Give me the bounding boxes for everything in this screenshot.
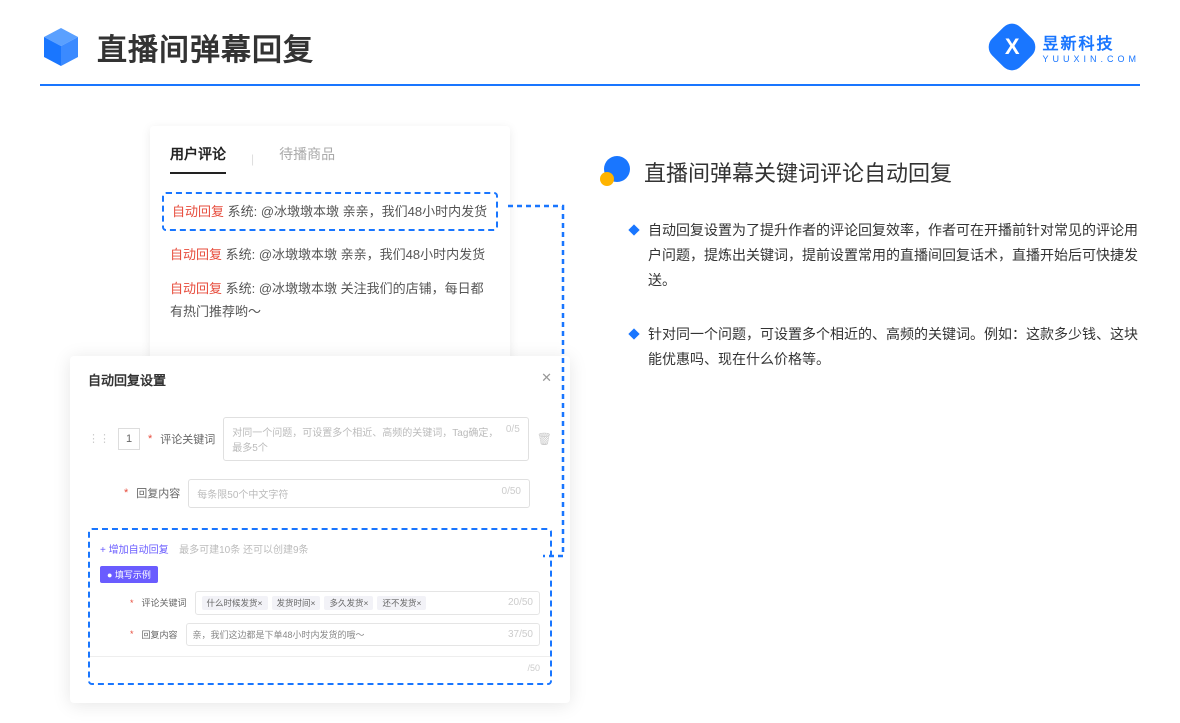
- bottom-counter: /50: [527, 663, 540, 673]
- keyword-tag[interactable]: 发货时间×: [272, 596, 321, 610]
- content-counter: 0/50: [502, 486, 521, 501]
- ex-keyword-counter: 20/50: [508, 597, 533, 608]
- tab-user-comments[interactable]: 用户评论: [170, 144, 226, 174]
- content-row: * 回复内容 每条限50个中文字符 0/50: [124, 479, 552, 508]
- keyword-tag[interactable]: 什么时候发货×: [202, 596, 268, 610]
- page-header: 直播间弹幕回复 X 昱新科技 YUUXIN.COM: [0, 0, 1180, 69]
- main-content: 用户评论 | 待播商品 自动回复 系统: @冰墩墩本墩 亲亲，我们48小时内发货…: [0, 86, 1180, 723]
- left-column: 用户评论 | 待播商品 自动回复 系统: @冰墩墩本墩 亲亲，我们48小时内发货…: [70, 126, 570, 703]
- logo-en: YUUXIN.COM: [1042, 54, 1140, 64]
- close-icon[interactable]: ✕: [541, 370, 552, 389]
- ex-keyword-input[interactable]: 什么时候发货× 发货时间× 多久发货× 还不发货× 20/50: [195, 591, 540, 615]
- right-column: 直播间弹幕关键词评论自动回复 自动回复设置为了提升作者的评论回复效率，作者可在开…: [610, 126, 1140, 703]
- auto-reply-tag: 自动回复: [170, 247, 222, 262]
- delete-icon[interactable]: 🗑: [537, 432, 552, 446]
- diamond-icon: [628, 224, 639, 235]
- bullet-text: 自动回复设置为了提升作者的评论回复效率，作者可在开播前针对常见的评论用户问题，提…: [648, 218, 1140, 294]
- logo-cn: 昱新科技: [1042, 30, 1140, 54]
- ex-content-label: 回复内容: [142, 628, 178, 641]
- keyword-label: 评论关键词: [160, 431, 215, 447]
- bullet-item: 自动回复设置为了提升作者的评论回复效率，作者可在开播前针对常见的评论用户问题，提…: [610, 218, 1140, 294]
- tabs: 用户评论 | 待播商品: [170, 144, 490, 174]
- add-hint: 最多可建10条 还可以创建9条: [179, 545, 308, 556]
- logo-text: 昱新科技 YUUXIN.COM: [1042, 30, 1140, 64]
- page-title: 直播间弹幕回复: [97, 25, 314, 69]
- comment-item: 自动回复 系统: @冰墩墩本墩 亲亲，我们48小时内发货: [172, 200, 488, 223]
- highlighted-comment: 自动回复 系统: @冰墩墩本墩 亲亲，我们48小时内发货: [162, 192, 498, 231]
- comment-text: 系统: @冰墩墩本墩 亲亲，我们48小时内发货: [226, 247, 486, 262]
- brand-logo: X 昱新科技 YUUXIN.COM: [992, 27, 1140, 67]
- content-placeholder: 每条限50个中文字符: [197, 486, 288, 501]
- auto-reply-tag: 自动回复: [170, 281, 222, 296]
- content-input[interactable]: 每条限50个中文字符 0/50: [188, 479, 530, 508]
- content-label: 回复内容: [136, 485, 180, 501]
- ex-content-text: 亲，我们这边都是下单48小时内发货的哦～: [193, 628, 365, 641]
- example-section: + 增加自动回复 最多可建10条 还可以创建9条 ● 填写示例 * 评论关键词 …: [88, 528, 552, 685]
- ex-keyword-label: 评论关键词: [142, 596, 187, 609]
- bottom-counter-row: /50: [90, 656, 550, 673]
- keyword-tag[interactable]: 多久发货×: [324, 596, 373, 610]
- bullet-item: 针对同一个问题，可设置多个相近的、高频的关键词。例如：这款多少钱、这块能优惠吗、…: [610, 322, 1140, 372]
- comment-item: 自动回复 系统: @冰墩墩本墩 亲亲，我们48小时内发货: [170, 243, 490, 266]
- keyword-placeholder: 对同一个问题，可设置多个相近、高频的关键词，Tag确定，最多5个: [232, 424, 506, 454]
- add-auto-reply-row: + 增加自动回复 最多可建10条 还可以创建9条: [100, 540, 540, 558]
- ex-content-input[interactable]: 亲，我们这边都是下单48小时内发货的哦～ 37/50: [186, 623, 540, 646]
- keyword-row: ⋮⋮ 1 * 评论关键词 对同一个问题，可设置多个相近、高频的关键词，Tag确定…: [88, 417, 552, 461]
- settings-header: 自动回复设置 ✕: [88, 370, 552, 399]
- tag-group: 什么时候发货× 发货时间× 多久发货× 还不发货×: [202, 596, 427, 610]
- diamond-icon: [628, 328, 639, 339]
- required-dot: *: [130, 629, 134, 639]
- required-dot: *: [148, 433, 152, 445]
- example-badge: ● 填写示例: [100, 566, 158, 583]
- logo-mark-icon: X: [984, 19, 1041, 76]
- bubble-icon: [600, 156, 632, 188]
- required-dot: *: [130, 598, 134, 608]
- required-dot: *: [124, 487, 128, 499]
- section-heading: 直播间弹幕关键词评论自动回复: [600, 156, 1140, 188]
- tab-pending-products[interactable]: 待播商品: [279, 144, 335, 174]
- row-number: 1: [118, 428, 140, 450]
- settings-title: 自动回复设置: [88, 370, 166, 389]
- ex-content-counter: 37/50: [508, 629, 533, 640]
- example-content-row: * 回复内容 亲，我们这边都是下单48小时内发货的哦～ 37/50: [130, 623, 540, 646]
- auto-reply-settings-panel: 自动回复设置 ✕ ⋮⋮ 1 * 评论关键词 对同一个问题，可设置多个相近、高频的…: [70, 356, 570, 703]
- cube-icon: [40, 26, 82, 68]
- bullet-text: 针对同一个问题，可设置多个相近的、高频的关键词。例如：这款多少钱、这块能优惠吗、…: [648, 322, 1140, 372]
- keyword-counter: 0/5: [506, 424, 520, 454]
- auto-reply-tag: 自动回复: [172, 204, 224, 219]
- comment-text: 系统: @冰墩墩本墩 亲亲，我们48小时内发货: [228, 204, 488, 219]
- comment-item: 自动回复 系统: @冰墩墩本墩 关注我们的店铺，每日都有热门推荐哟～: [170, 277, 490, 324]
- section-title: 直播间弹幕关键词评论自动回复: [644, 156, 952, 188]
- add-auto-reply-link[interactable]: + 增加自动回复: [100, 545, 169, 556]
- example-keyword-row: * 评论关键词 什么时候发货× 发货时间× 多久发货× 还不发货× 20/50: [130, 591, 540, 615]
- tab-divider: |: [251, 152, 254, 166]
- comment-panel: 用户评论 | 待播商品 自动回复 系统: @冰墩墩本墩 亲亲，我们48小时内发货…: [150, 126, 510, 384]
- header-left: 直播间弹幕回复: [40, 25, 314, 69]
- keyword-input[interactable]: 对同一个问题，可设置多个相近、高频的关键词，Tag确定，最多5个 0/5: [223, 417, 528, 461]
- keyword-tag[interactable]: 还不发货×: [377, 596, 426, 610]
